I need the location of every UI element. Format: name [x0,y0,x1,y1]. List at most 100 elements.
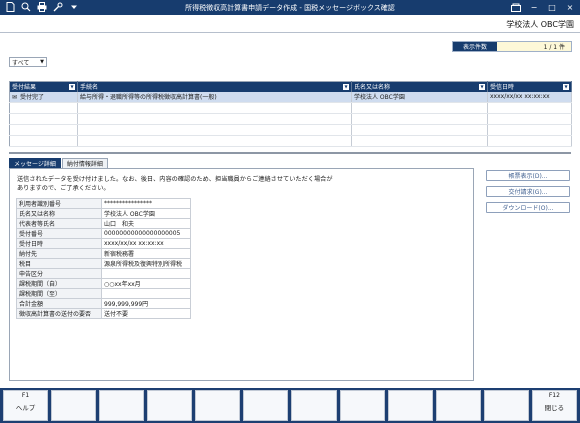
table-cell [77,135,352,147]
detail-value [101,288,191,299]
detail-value: 学校法人 OBC学園 [101,208,191,219]
table-cell [77,124,352,136]
filter-select[interactable]: すべて ▼ [9,57,47,67]
detail-row: 課税期間（自） ○○xx年xx月 [16,278,191,289]
detail-key: 利用者識別番号 [16,198,102,209]
detail-key: 課税期間（自） [16,278,102,289]
table-cell [9,124,78,136]
f8-button[interactable] [339,390,385,421]
column-header-result[interactable]: 受付結果 ▼ [9,81,78,92]
column-header-name[interactable]: 氏名又は名称 ▼ [351,81,488,92]
detail-row: 受付番号 00000000000000000005 [16,228,191,239]
f7-button[interactable] [291,390,337,421]
fkey-number: F12 [548,392,560,399]
detail-row: 徴収高計算書の送付の要否 送付不要 [16,308,191,319]
detail-key: 税目 [16,258,102,269]
window-title: 所得税徴収高計算書申請データ作成 - 国税メッセージボックス確認 [185,4,395,12]
column-header-label: 受信日時 [490,84,515,92]
f4-button[interactable] [147,390,193,421]
f9-button[interactable] [387,390,433,421]
f10-button[interactable] [435,390,481,421]
f11-button[interactable] [483,390,529,421]
detail-row: 申告区分 [16,268,191,279]
f6-button[interactable] [243,390,289,421]
f3-button[interactable] [99,390,145,421]
table-cell [487,135,572,147]
table-cell [487,124,572,136]
detail-key: 氏名又は名称 [16,208,102,219]
message-list-table: 受付結果 ▼ 手続名 ▼ 氏名又は名称 ▼ 受信日時 ▼ ✉ 受付完了 給与所得・退職所得… [9,81,572,147]
message-line: 送信されたデータを受け付けました。なお、後日、内容の確認のため、担当職員からご連… [17,176,333,183]
table-cell: xxxx/xx/xx xx:xx:xx [487,91,572,103]
f1-help-button[interactable]: F1 ヘルプ [3,390,49,421]
table-cell [9,102,78,114]
detail-key: 受付日時 [16,238,102,249]
column-header-label: 氏名又は名称 [354,84,391,92]
column-header-received[interactable]: 受信日時 ▼ [487,81,572,92]
tab-payment-detail[interactable]: 納付情報詳細 [61,158,108,168]
function-key-bar: F1 ヘルプ F12 閉じる [0,388,580,423]
detail-value: 源泉所得税及復興特別所得税 [101,258,191,269]
detail-value: ○○xx年xx月 [101,278,191,289]
column-header-label: 手続名 [80,84,99,92]
detail-row: 氏名又は名称 学校法人 OBC学園 [16,208,191,219]
filter-selected-value: すべて [12,59,30,67]
detail-value: 山口 和夫 [101,218,191,229]
issue-request-button[interactable]: 交付請求(G)... [486,186,570,197]
minimize-button[interactable]: − [528,1,540,13]
table-cell: 給与所得・退職所得等の所得税徴収高計算書(一般) [77,91,352,103]
f2-button[interactable] [51,390,97,421]
title-bar: 所得税徴収高計算書申請データ作成 - 国税メッセージボックス確認 − □ × [0,0,580,15]
close-button[interactable]: × [564,1,576,13]
app-menu-icon[interactable] [510,1,522,13]
detail-value: 送付不要 [101,308,191,319]
table-cell [9,113,78,125]
table-cell [77,102,352,114]
detail-key: 合計金額 [16,298,102,309]
sort-icon[interactable]: ▼ [69,84,75,90]
detail-tabs: メッセージ詳細 納付情報詳細 [9,158,109,168]
result-count-value: 1 / 1 件 [497,42,571,51]
table-row[interactable] [9,124,572,136]
result-count-label: 表示件数 [453,42,497,51]
chevron-down-icon: ▼ [40,59,44,65]
table-cell [351,124,488,136]
detail-value: 新宿税務署 [101,248,191,259]
download-button[interactable]: ダウンロード(O)... [486,202,570,213]
table-cell [351,113,488,125]
sort-icon[interactable]: ▼ [479,84,485,90]
detail-row: 代表者等氏名 山口 和夫 [16,218,191,229]
sort-icon[interactable]: ▼ [343,84,349,90]
table-row[interactable] [9,135,572,147]
f5-button[interactable] [195,390,241,421]
message-line: ありますので、ご了承ください。 [17,185,110,192]
message-text: 送信されたデータを受け付けました。なお、後日、内容の確認のため、担当職員からご連… [17,175,333,193]
envelope-icon: ✉ [12,94,18,102]
table-cell [487,102,572,114]
detail-row: 税目 源泉所得税及復興特別所得税 [16,258,191,269]
splitter[interactable] [9,152,571,154]
detail-row: 利用者識別番号 **************** [16,198,191,209]
detail-row: 合計金額 999,999,999円 [16,298,191,309]
message-detail-panel: 送信されたデータを受け付けました。なお、後日、内容の確認のため、担当職員からご連… [9,168,474,381]
detail-table: 利用者識別番号 **************** 氏名又は名称 学校法人 OBC学園… [16,198,191,319]
sub-header: 学校法人 OBC学園 [0,15,580,33]
f12-close-button[interactable]: F12 閉じる [531,390,577,421]
sort-icon[interactable]: ▼ [563,84,569,90]
column-header-procedure[interactable]: 手続名 ▼ [77,81,352,92]
detail-key: 課税期間（至） [16,288,102,299]
detail-key: 納付先 [16,248,102,259]
table-cell [9,135,78,147]
organization-name: 学校法人 OBC学園 [506,20,574,29]
detail-value: xxxx/xx/xx xx:xx:xx [101,238,191,249]
table-row[interactable] [9,113,572,125]
table-row[interactable]: ✉ 受付完了 給与所得・退職所得等の所得税徴収高計算書(一般) 学校法人 OBC学… [9,91,572,103]
form-display-button[interactable]: 帳票表示(D)... [486,170,570,181]
cell-text: 受付完了 [20,94,45,102]
detail-row: 受付日時 xxxx/xx/xx xx:xx:xx [16,238,191,249]
maximize-button[interactable]: □ [546,1,558,13]
column-header-label: 受付結果 [12,84,37,92]
table-row[interactable] [9,102,572,114]
tab-message-detail[interactable]: メッセージ詳細 [9,158,61,168]
window-controls: − □ × [510,1,576,13]
